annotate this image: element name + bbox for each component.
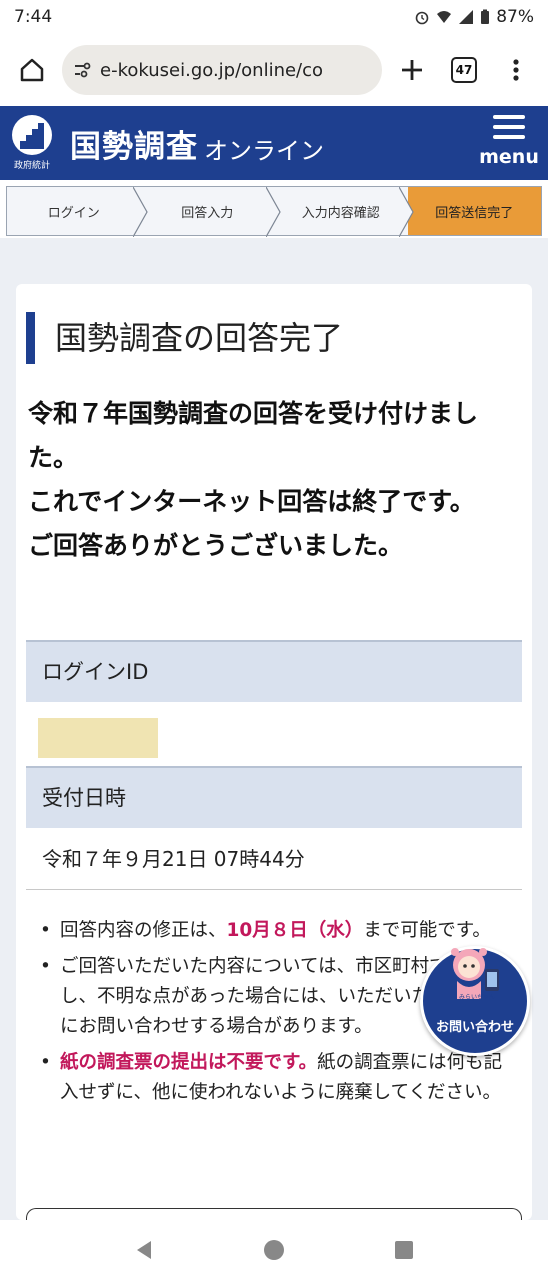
menu-label: menu bbox=[479, 146, 539, 168]
step-complete: 回答送信完了 bbox=[407, 187, 541, 235]
stepper-bar: ログイン 回答入力 入力内容確認 回答送信完了 bbox=[6, 186, 542, 237]
mascot-icon: みらいちゃん bbox=[451, 948, 499, 1001]
back-icon[interactable] bbox=[133, 1239, 155, 1261]
tab-switcher-button[interactable]: 47 bbox=[442, 48, 486, 92]
message-line: ご回答ありがとうございました。 bbox=[28, 531, 404, 560]
message-line: 令和７年国勢調査の回答を受け付けました。 bbox=[28, 399, 479, 472]
battery-icon bbox=[481, 9, 490, 24]
site-subtitle: オンライン bbox=[204, 136, 324, 165]
step-chevron-icon bbox=[399, 187, 414, 237]
tab-count: 47 bbox=[451, 57, 477, 83]
note-text: まで可能です。 bbox=[363, 920, 491, 941]
page-title: 国勢調査の回答完了 bbox=[26, 312, 343, 364]
list-item: 紙の調査票の提出は不要です。紙の調査票には何も記入せずに、他に使われないように廃… bbox=[40, 1048, 520, 1108]
note-text: 回答内容の修正は、 bbox=[60, 920, 227, 941]
battery-percent: 87% bbox=[496, 7, 534, 27]
step-login: ログイン bbox=[7, 187, 141, 235]
status-bar: 7:44 87% bbox=[0, 0, 548, 34]
recents-icon[interactable] bbox=[393, 1239, 415, 1261]
home-icon bbox=[20, 58, 44, 82]
home-circle-icon[interactable] bbox=[262, 1238, 286, 1262]
list-item: 回答内容の修正は、10月８日（水）まで可能です。 bbox=[40, 916, 520, 946]
new-tab-button[interactable] bbox=[390, 48, 434, 92]
step-chevron-icon bbox=[266, 187, 281, 237]
step-label: 回答入力 bbox=[181, 205, 234, 221]
hamburger-bar bbox=[493, 135, 525, 139]
stairs-logo-icon bbox=[12, 115, 52, 155]
signal-icon bbox=[459, 10, 474, 24]
url-text: e-kokusei.go.jp/online/co bbox=[100, 59, 324, 81]
login-id-header: ログインID bbox=[26, 640, 522, 702]
site-header: 政府統計 国勢調査 オンライン menu bbox=[0, 106, 548, 180]
more-menu-button[interactable] bbox=[494, 48, 538, 92]
more-vertical-icon bbox=[513, 59, 519, 81]
received-datetime-value: 令和７年９月21日 07時44分 bbox=[26, 828, 522, 890]
step-label: 回答送信完了 bbox=[435, 205, 514, 221]
completion-message: 令和７年国勢調査の回答を受け付けました。 これでインターネット回答は終了です。 … bbox=[28, 392, 524, 568]
site-title: 国勢調査 bbox=[70, 128, 198, 165]
deadline-highlight: 10月８日（水） bbox=[226, 920, 364, 941]
menu-button[interactable]: menu bbox=[479, 112, 539, 174]
step-chevron-icon bbox=[133, 187, 148, 237]
address-bar[interactable]: e-kokusei.go.jp/online/co bbox=[62, 45, 382, 95]
home-button[interactable] bbox=[10, 48, 54, 92]
status-icons: 87% bbox=[414, 7, 534, 27]
step-label: ログイン bbox=[47, 205, 100, 221]
login-id-masked-value bbox=[38, 718, 158, 758]
browser-toolbar: e-kokusei.go.jp/online/co 47 bbox=[0, 34, 548, 106]
system-navigation-bar bbox=[0, 1220, 548, 1280]
hamburger-bar bbox=[493, 125, 525, 129]
hamburger-icon bbox=[493, 115, 525, 119]
received-datetime-header: 受付日時 bbox=[26, 766, 522, 828]
step-confirm: 入力内容確認 bbox=[274, 187, 408, 235]
contact-button[interactable]: みらいちゃん お問い合わせ bbox=[420, 946, 530, 1056]
wifi-icon bbox=[437, 11, 452, 23]
mascot-name: みらいちゃん bbox=[459, 994, 495, 1001]
government-statistics-logo[interactable]: 政府統計 bbox=[0, 106, 64, 180]
contact-label: お問い合わせ bbox=[435, 1020, 514, 1035]
logo-caption: 政府統計 bbox=[13, 161, 50, 171]
site-settings-icon[interactable] bbox=[72, 60, 92, 80]
progress-steps: ログイン 回答入力 入力内容確認 回答送信完了 bbox=[0, 180, 548, 237]
step-answer-input: 回答入力 bbox=[141, 187, 275, 235]
step-label: 入力内容確認 bbox=[301, 205, 380, 221]
status-time: 7:44 bbox=[14, 7, 53, 27]
plus-icon bbox=[402, 60, 422, 80]
alarm-icon bbox=[415, 11, 429, 25]
message-line: これでインターネット回答は終了です。 bbox=[28, 487, 475, 516]
paper-not-required-highlight: 紙の調査票の提出は不要です。 bbox=[60, 1052, 318, 1073]
